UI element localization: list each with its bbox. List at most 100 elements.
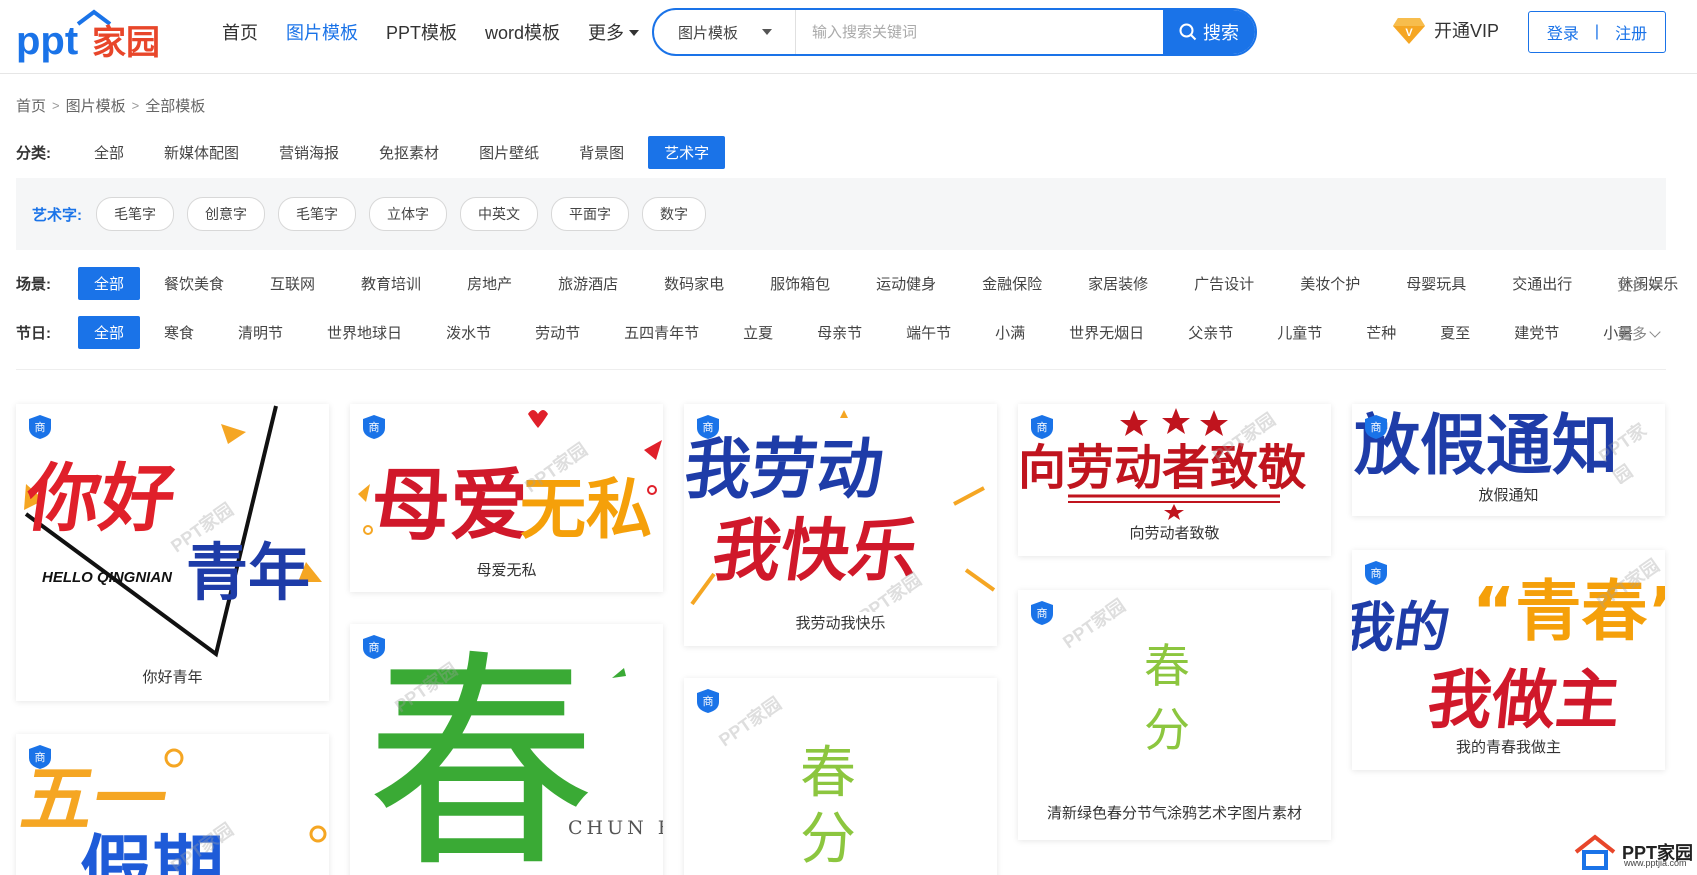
festival-item[interactable]: 寒食	[148, 316, 210, 349]
vip-link[interactable]: V 开通VIP	[1392, 14, 1499, 46]
art-tag-creative[interactable]: 创意字	[187, 197, 265, 231]
login-link[interactable]: 登录	[1547, 20, 1579, 44]
category-all[interactable]: 全部	[78, 136, 140, 169]
card-thumbnail[interactable]: 向劳动者致敬 商 PPT家园	[1018, 404, 1331, 522]
template-card[interactable]: 春 分 商 PPT家园 清新绿色春分节气涂鸦艺术字图片素材	[1018, 590, 1331, 840]
template-card[interactable]: 春 CHUN FEN 商 PPT家园	[350, 624, 663, 875]
template-card[interactable]: 放假通知 商 PPT家园 放假通知	[1352, 404, 1665, 516]
festival-item[interactable]: 芒种	[1350, 316, 1412, 349]
scene-item[interactable]: 交通出行	[1496, 267, 1588, 300]
category-new-media[interactable]: 新媒体配图	[148, 136, 255, 169]
card-title[interactable]: 我的青春我做主	[1352, 736, 1665, 757]
card-art: 向劳动者致敬	[1018, 408, 1307, 520]
festival-item[interactable]: 世界无烟日	[1053, 316, 1160, 349]
festival-item[interactable]: 清明节	[222, 316, 299, 349]
commercial-badge-icon: 商	[1031, 415, 1053, 439]
art-tag-number[interactable]: 数字	[642, 197, 706, 231]
card-title[interactable]: 向劳动者致敬	[1018, 522, 1331, 543]
festival-item[interactable]: 建党节	[1498, 316, 1575, 349]
festival-item[interactable]: 世界地球日	[311, 316, 418, 349]
scene-item[interactable]: 金融保险	[966, 267, 1058, 300]
festival-item[interactable]: 端午节	[890, 316, 967, 349]
nav-image-templates[interactable]: 图片模板	[286, 19, 358, 45]
search-category-select[interactable]: 图片模板	[654, 10, 796, 54]
festival-item[interactable]: 母亲节	[801, 316, 878, 349]
commercial-badge-icon: 商	[1365, 415, 1387, 439]
art-tag-cn-en[interactable]: 中英文	[460, 197, 538, 231]
category-cutout[interactable]: 免抠素材	[363, 136, 455, 169]
nav-home[interactable]: 首页	[222, 19, 258, 45]
festival-item[interactable]: 小满	[979, 316, 1041, 349]
card-thumbnail[interactable]: 春 分 商 PPT家园	[684, 678, 997, 875]
card-thumbnail[interactable]: 五一 假期 商 PPT家园	[16, 734, 329, 875]
site-logo[interactable]: ppt 家园	[14, 8, 174, 64]
breadcrumb-home[interactable]: 首页	[16, 95, 46, 116]
badge-text: 商	[369, 640, 380, 654]
festival-item[interactable]: 五四青年节	[608, 316, 715, 349]
category-wallpaper[interactable]: 图片壁纸	[463, 136, 555, 169]
festival-more-button[interactable]: 更多	[1617, 323, 1661, 344]
festival-all[interactable]: 全部	[78, 316, 141, 349]
festival-item[interactable]: 儿童节	[1261, 316, 1338, 349]
card-thumbnail[interactable]: 春 CHUN FEN 商 PPT家园	[350, 624, 663, 875]
scene-item[interactable]: 运动健身	[860, 267, 952, 300]
card-title[interactable]: 你好青年	[16, 666, 329, 687]
card-title[interactable]: 母爱无私	[350, 559, 663, 580]
scene-item[interactable]: 数码家电	[648, 267, 740, 300]
card-thumbnail[interactable]: 你好 青年 HELLO QINGNIAN 商 PPT家园	[16, 404, 329, 666]
festival-item[interactable]: 夏至	[1424, 316, 1486, 349]
auth-separator: |	[1594, 23, 1600, 40]
festival-item[interactable]: 立夏	[727, 316, 789, 349]
nav-more[interactable]: 更多	[588, 19, 640, 45]
card-thumbnail[interactable]: 我的 “青春” 我做主 商 PPT家园	[1352, 550, 1665, 736]
category-background[interactable]: 背景图	[563, 136, 640, 169]
scene-item[interactable]: 餐饮美食	[148, 267, 240, 300]
card-thumbnail[interactable]: 春 分 商 PPT家园	[1018, 590, 1331, 802]
template-card[interactable]: 你好 青年 HELLO QINGNIAN 商 PPT家园 你好青年	[16, 404, 329, 701]
commercial-badge-icon: 商	[29, 745, 51, 769]
scene-item[interactable]: 广告设计	[1178, 267, 1270, 300]
register-link[interactable]: 注册	[1615, 20, 1647, 44]
nav-word-templates[interactable]: word模板	[485, 19, 560, 45]
template-card[interactable]: 我的 “青春” 我做主 商 PPT家园 我的青春我做主	[1352, 550, 1665, 770]
scene-item[interactable]: 房地产	[451, 267, 528, 300]
art-sub-label: 艺术字:	[32, 206, 82, 224]
breadcrumb-image-templates[interactable]: 图片模板	[66, 95, 126, 116]
card-thumbnail[interactable]: 我劳动 我快乐 商 PPT家园	[684, 404, 997, 612]
category-marketing-poster[interactable]: 营销海报	[263, 136, 355, 169]
scene-item[interactable]: 教育培训	[345, 267, 437, 300]
scene-item[interactable]: 服饰箱包	[754, 267, 846, 300]
scene-item[interactable]: 美妆个护	[1284, 267, 1376, 300]
scene-item[interactable]: 母婴玩具	[1390, 267, 1482, 300]
chevron-down-icon	[1649, 276, 1661, 289]
template-card[interactable]: 我劳动 我快乐 商 PPT家园 我劳动我快乐	[684, 404, 997, 646]
template-card[interactable]: 五一 假期 商 PPT家园	[16, 734, 329, 875]
card-title[interactable]: 清新绿色春分节气涂鸦艺术字图片素材	[1018, 802, 1331, 823]
festival-item[interactable]: 泼水节	[430, 316, 507, 349]
art-tag-flat[interactable]: 平面字	[551, 197, 629, 231]
scene-item[interactable]: 家居装修	[1072, 267, 1164, 300]
scene-more-button[interactable]: 更多	[1617, 274, 1661, 295]
card-thumbnail[interactable]: 母爱 无私 商 PPT家园	[350, 404, 663, 559]
template-card[interactable]: 母爱 无私 商 PPT家园 母爱无私	[350, 404, 663, 592]
scene-item[interactable]: 互联网	[254, 267, 331, 300]
scene-item[interactable]: 旅游酒店	[542, 267, 634, 300]
card-thumbnail[interactable]: 放假通知 商 PPT家园	[1352, 404, 1665, 484]
template-card[interactable]: 春 分 商 PPT家园	[684, 678, 997, 875]
art-tag-brush-2[interactable]: 毛笔字	[278, 197, 356, 231]
search-input[interactable]	[796, 10, 1163, 54]
art-tag-brush[interactable]: 毛笔字	[96, 197, 174, 231]
badge-text: 商	[1371, 420, 1382, 434]
category-art-text[interactable]: 艺术字	[648, 136, 726, 169]
card-title[interactable]: 放假通知	[1352, 484, 1665, 505]
festival-item[interactable]: 劳动节	[519, 316, 596, 349]
art-tag-3d[interactable]: 立体字	[369, 197, 447, 231]
search-button[interactable]: 搜索	[1163, 10, 1255, 54]
scene-all[interactable]: 全部	[78, 267, 141, 300]
template-card[interactable]: 向劳动者致敬 商 PPT家园 向劳动者致敬	[1018, 404, 1331, 556]
card-title[interactable]: 我劳动我快乐	[684, 612, 997, 633]
festival-item[interactable]: 父亲节	[1172, 316, 1249, 349]
svg-text:家园: 家园	[92, 23, 160, 63]
chevron-right-icon: >	[131, 98, 140, 113]
nav-ppt-templates[interactable]: PPT模板	[386, 19, 457, 45]
